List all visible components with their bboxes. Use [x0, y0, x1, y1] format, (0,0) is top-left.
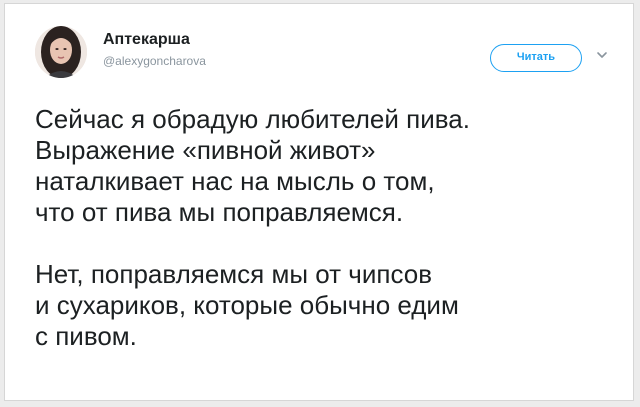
tweet-line: наталкивает нас на мысль о том,	[35, 166, 435, 196]
chevron-down-icon[interactable]	[595, 48, 609, 62]
author-display-name[interactable]: Аптекарша	[103, 31, 190, 49]
tweet-paragraph: Сейчас я обрадую любителей пива. Выражен…	[35, 104, 625, 228]
tweet-line: с пивом.	[35, 321, 137, 351]
tweet-line: Нет, поправляемся мы от чипсов	[35, 259, 433, 289]
tweet-line: и сухариков, которые обычно едим	[35, 290, 459, 320]
tweet-card: Аптекарша @alexygoncharova Читать Сейчас…	[4, 3, 634, 401]
tweet-text: Сейчас я обрадую любителей пива. Выражен…	[35, 104, 625, 352]
tweet-line: Сейчас я обрадую любителей пива.	[35, 104, 470, 134]
tweet-line: что от пива мы поправляемся.	[35, 197, 404, 227]
tweet-line: Выражение «пивной живот»	[35, 135, 376, 165]
follow-button[interactable]: Читать	[490, 44, 582, 72]
tweet-paragraph: Нет, поправляемся мы от чипсов и сухарик…	[35, 259, 625, 352]
avatar-photo-icon	[35, 26, 87, 78]
author-avatar[interactable]	[35, 26, 87, 78]
author-handle[interactable]: @alexygoncharova	[103, 54, 206, 68]
